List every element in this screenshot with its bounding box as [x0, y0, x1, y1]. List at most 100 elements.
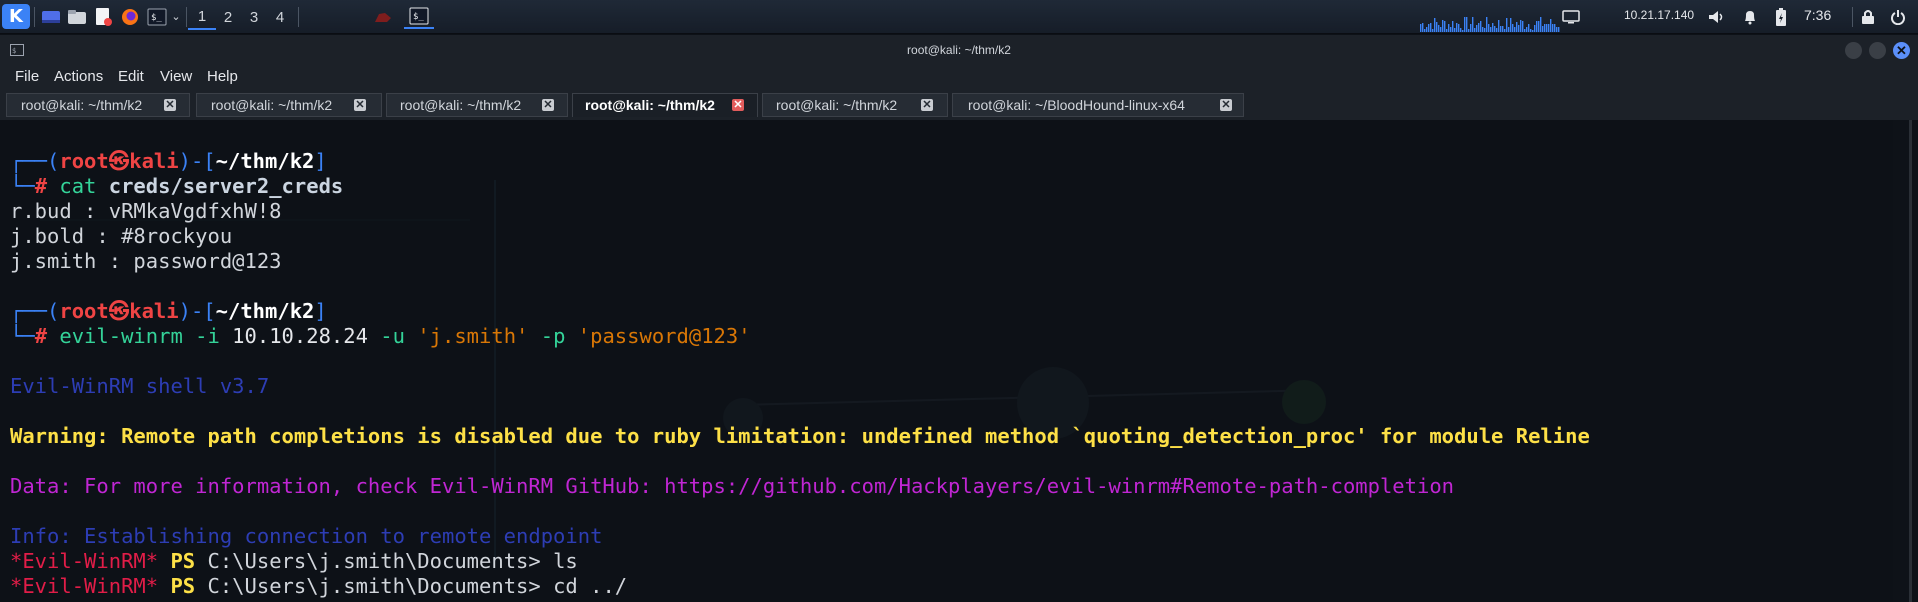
- tab-close-icon[interactable]: ✕: [164, 99, 176, 111]
- cpu-bar: [1546, 24, 1548, 32]
- prompt-separator: ㉿: [108, 149, 130, 173]
- tab-label: root@kali: ~/thm/k2: [585, 97, 715, 113]
- command-flag: -p: [540, 324, 566, 348]
- cpu-bar: [1486, 17, 1488, 32]
- cpu-bar: [1482, 27, 1484, 32]
- cpu-bar: [1530, 29, 1532, 32]
- tab-4[interactable]: root@kali: ~/thm/k2 ✕: [572, 93, 758, 117]
- tab-close-icon[interactable]: ✕: [1220, 99, 1232, 111]
- menu-help[interactable]: Help: [207, 68, 238, 85]
- command-string: 'j.smith': [417, 324, 529, 348]
- power-icon[interactable]: [1886, 4, 1910, 29]
- taskbar-bloodhound-icon[interactable]: [372, 4, 394, 29]
- lock-icon[interactable]: [1858, 4, 1878, 29]
- cpu-bar: [1534, 25, 1536, 32]
- cpu-bar: [1500, 26, 1502, 32]
- panel-separator: [298, 7, 299, 27]
- notification-bell-icon[interactable]: [1740, 4, 1760, 29]
- prompt-user: root: [59, 149, 109, 173]
- menu-file[interactable]: File: [15, 68, 39, 85]
- cpu-bar: [1470, 24, 1472, 32]
- cpu-bar: [1520, 20, 1522, 32]
- ps-cwd: C:\Users\j.smith\Documents>: [207, 549, 541, 573]
- menu-edit[interactable]: Edit: [118, 68, 144, 85]
- workspace-4[interactable]: 4: [266, 4, 294, 30]
- chevron-down-icon[interactable]: ⌄: [168, 4, 184, 29]
- output-line: j.bold : #8rockyou: [10, 224, 233, 248]
- desktop-icon[interactable]: [40, 4, 62, 29]
- prompt-line: ┌──(root㉿kali)-[~/thm/k2]: [10, 149, 327, 173]
- text-editor-icon[interactable]: [92, 4, 114, 29]
- display-icon[interactable]: [1560, 4, 1582, 29]
- cpu-bar: [1448, 24, 1450, 32]
- ps-tag: *Evil-WinRM*: [10, 574, 159, 598]
- cpu-bar: [1464, 17, 1466, 32]
- command-string: 'password@123': [577, 324, 751, 348]
- ps-command: cd ../: [553, 574, 628, 598]
- cpu-bar: [1442, 20, 1444, 32]
- workspace-3[interactable]: 3: [240, 4, 268, 30]
- cpu-bar: [1536, 21, 1538, 32]
- tab-close-icon[interactable]: ✕: [732, 99, 744, 111]
- cpu-bar: [1488, 24, 1490, 32]
- workspace-2[interactable]: 2: [214, 4, 242, 30]
- cpu-bar: [1446, 29, 1448, 32]
- cpu-bar: [1432, 29, 1434, 32]
- output-line: j.smith : password@123: [10, 249, 282, 273]
- cpu-bar: [1472, 17, 1474, 32]
- tab-close-icon[interactable]: ✕: [354, 99, 366, 111]
- kali-menu-icon[interactable]: K: [2, 4, 30, 29]
- maximize-button[interactable]: [1869, 42, 1886, 59]
- cpu-bar: [1552, 24, 1554, 32]
- tab-3[interactable]: root@kali: ~/thm/k2 ✕: [386, 93, 568, 117]
- tab-bar: root@kali: ~/thm/k2 ✕ root@kali: ~/thm/k…: [0, 90, 1918, 120]
- command-name: evil-winrm: [59, 324, 183, 348]
- minimize-button[interactable]: [1845, 42, 1862, 59]
- svg-text:$_: $_: [413, 12, 424, 22]
- terminal-scrollbar[interactable]: [1909, 120, 1912, 602]
- cpu-bar: [1468, 29, 1470, 32]
- tab-1[interactable]: root@kali: ~/thm/k2 ✕: [6, 93, 190, 117]
- tab-6[interactable]: root@kali: ~/BloodHound-linux-x64 ✕: [952, 93, 1244, 117]
- menu-actions[interactable]: Actions: [54, 68, 103, 85]
- cpu-bar: [1480, 21, 1482, 32]
- terminal-view[interactable]: ┌──(root㉿kali)-[~/thm/k2] └─# cat creds/…: [0, 120, 1918, 602]
- window-titlebar[interactable]: $ root@kali: ~/thm/k2 ✕: [0, 35, 1918, 66]
- cpu-bar: [1512, 24, 1514, 32]
- cpu-bar: [1496, 28, 1498, 32]
- taskbar-terminal-icon[interactable]: $_: [404, 4, 434, 29]
- cpu-bar: [1452, 21, 1454, 32]
- tab-close-icon[interactable]: ✕: [542, 99, 554, 111]
- cpu-bar: [1556, 27, 1558, 32]
- cpu-bar: [1474, 28, 1476, 32]
- terminal-launcher-icon[interactable]: $_: [146, 4, 168, 29]
- ps-cwd: C:\Users\j.smith\Documents>: [207, 574, 541, 598]
- tab-close-icon[interactable]: ✕: [921, 99, 933, 111]
- cpu-bar: [1430, 23, 1432, 32]
- command-arg: 10.10.28.24: [232, 324, 368, 348]
- menu-view[interactable]: View: [160, 68, 192, 85]
- volume-icon[interactable]: [1706, 4, 1726, 29]
- clock[interactable]: 7:36: [1804, 7, 1831, 23]
- cpu-bar: [1550, 19, 1552, 32]
- cpu-bar: [1458, 24, 1460, 32]
- cpu-bar: [1494, 26, 1496, 32]
- close-button[interactable]: ✕: [1893, 42, 1910, 59]
- workspace-1[interactable]: 1: [188, 4, 216, 30]
- battery-charging-icon[interactable]: [1772, 4, 1790, 29]
- ps-prompt-line: *Evil-WinRM* PS C:\Users\j.smith\Documen…: [10, 549, 578, 574]
- tab-5[interactable]: root@kali: ~/thm/k2 ✕: [762, 93, 948, 117]
- info-line: Info: Establishing connection to remote …: [10, 524, 603, 548]
- cpu-bar: [1502, 26, 1504, 32]
- prompt-host: kali: [129, 299, 179, 323]
- command-flag: -i: [195, 324, 220, 348]
- tab-2[interactable]: root@kali: ~/thm/k2 ✕: [196, 93, 382, 117]
- file-manager-icon[interactable]: [66, 4, 88, 29]
- cpu-bar: [1528, 24, 1530, 32]
- panel-separator: [186, 7, 187, 27]
- svg-text:$_: $_: [151, 13, 162, 23]
- tab-label: root@kali: ~/thm/k2: [776, 97, 898, 113]
- prompt-host: kali: [129, 149, 179, 173]
- firefox-icon[interactable]: [118, 4, 142, 29]
- ps-tag: *Evil-WinRM*: [10, 549, 159, 573]
